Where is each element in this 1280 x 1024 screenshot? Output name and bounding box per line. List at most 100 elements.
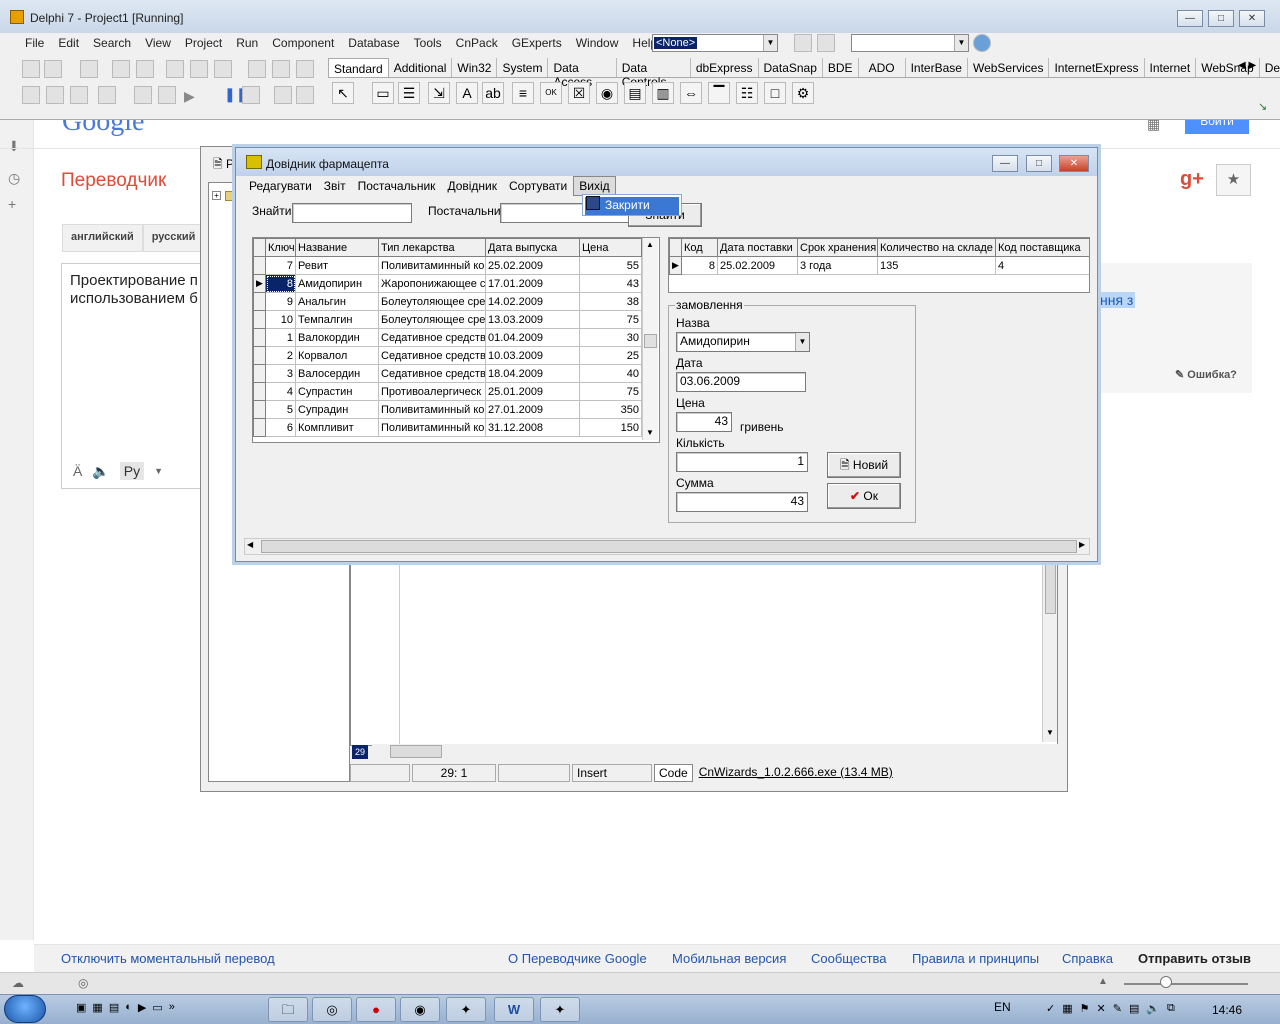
error-link[interactable]: ✎ Ошибка? bbox=[1175, 368, 1237, 381]
grid1-cell[interactable]: 1 bbox=[265, 328, 296, 347]
grid1-vscroll[interactable]: ▲ ▼ bbox=[642, 238, 658, 440]
add-file-icon[interactable] bbox=[166, 60, 184, 78]
editor-vscroll-thumb[interactable] bbox=[1045, 564, 1056, 614]
menu-vykhid[interactable]: Вихід bbox=[573, 176, 616, 196]
grid2-cell[interactable]: 8 bbox=[681, 256, 718, 275]
grid1-cell[interactable]: 7 bbox=[265, 256, 296, 275]
label-icon[interactable]: A bbox=[456, 82, 478, 104]
grid1-cell[interactable]: 13.03.2009 bbox=[485, 310, 580, 329]
component-icon[interactable] bbox=[134, 86, 152, 104]
add-icon[interactable]: + bbox=[8, 196, 16, 212]
order-qty-input[interactable]: 1 bbox=[676, 452, 808, 472]
editor-hscroll-thumb[interactable] bbox=[390, 745, 442, 758]
grid1-cell[interactable]: Седативное средств bbox=[378, 346, 486, 365]
find-input[interactable] bbox=[292, 203, 412, 223]
grid2-col-delivery-date[interactable]: Дата поставки bbox=[717, 238, 798, 257]
word-taskbar-button[interactable]: W bbox=[494, 997, 534, 1022]
set-debug-desktop-icon[interactable] bbox=[817, 34, 835, 52]
grid1-cell[interactable]: 01.04.2009 bbox=[485, 328, 580, 347]
editor-vscroll[interactable]: ▼ bbox=[1042, 562, 1057, 742]
grid1-cell[interactable]: 5 bbox=[265, 400, 296, 419]
editor-hscroll[interactable] bbox=[372, 744, 1058, 760]
menu-zvit[interactable]: Звіт bbox=[318, 176, 352, 196]
radiogroup-icon[interactable]: ☷ bbox=[736, 82, 758, 104]
grid1-cell[interactable]: 27.01.2009 bbox=[485, 400, 580, 419]
quicklaunch-6-icon[interactable]: ▭ bbox=[152, 1001, 162, 1014]
cnwizards-link[interactable]: CnWizards_1.0.2.666.exe (13.4 MB) bbox=[693, 764, 899, 782]
scrollbar-icon[interactable]: ⇔ bbox=[680, 82, 702, 104]
step-into-icon[interactable] bbox=[274, 86, 292, 104]
app-taskbar-button[interactable]: ✦ bbox=[540, 997, 580, 1022]
feedback-link[interactable]: Отправить отзыв bbox=[1138, 951, 1251, 966]
code-editor[interactable] bbox=[350, 560, 1058, 746]
quicklaunch-1-icon[interactable]: ▣ bbox=[76, 1001, 86, 1014]
save-all-icon[interactable] bbox=[112, 60, 130, 78]
input-method-button[interactable]: Ру bbox=[119, 462, 145, 480]
new-icon[interactable] bbox=[22, 60, 40, 78]
grid1-row[interactable]: 9 Анальгин Болеутоляющее сре 14.02.2009 38 bbox=[253, 292, 642, 311]
grid1-cell[interactable]: Поливитаминный ко bbox=[378, 400, 486, 419]
grid1-cell[interactable]: 350 bbox=[579, 400, 642, 419]
start-button[interactable] bbox=[4, 995, 46, 1023]
popupmenu-icon[interactable]: ⇲ bbox=[428, 82, 450, 104]
grid2-cell[interactable]: 3 года bbox=[797, 256, 878, 275]
grid1-cell[interactable]: Противоалергическ bbox=[378, 382, 486, 401]
grid1-cell[interactable]: Болеутоляющее сре bbox=[378, 310, 486, 329]
deliveries-grid[interactable]: Код Дата поставки Срок хранения Количест… bbox=[668, 237, 1090, 293]
app-hscroll-thumb[interactable] bbox=[261, 540, 1077, 553]
quicklaunch-3-icon[interactable]: ▤ bbox=[109, 1001, 119, 1014]
grid1-cell[interactable]: Валокордин bbox=[295, 328, 379, 347]
download-icon[interactable]: ⬇ bbox=[8, 138, 20, 155]
view-unit-icon[interactable] bbox=[22, 86, 40, 104]
grid1-row[interactable]: 1 Валокордин Седативное средств 01.04.2009 3… bbox=[253, 328, 642, 347]
tray-4-icon[interactable]: ✕ bbox=[1097, 1002, 1106, 1015]
menu-search[interactable]: Search bbox=[86, 34, 138, 54]
app-minimize-button[interactable]: — bbox=[992, 155, 1018, 172]
clock-icon[interactable]: ◎ bbox=[78, 976, 88, 990]
radiobutton-icon[interactable]: ◉ bbox=[596, 82, 618, 104]
grid1-cell[interactable]: 10.03.2009 bbox=[485, 346, 580, 365]
minimize-button[interactable]: — bbox=[1177, 10, 1203, 27]
tray-3-icon[interactable]: ⚑ bbox=[1080, 1002, 1090, 1015]
grid1-cell[interactable]: 38 bbox=[579, 292, 642, 311]
run-icon[interactable]: ▶ bbox=[184, 88, 195, 105]
palette-tab-de[interactable]: De bbox=[1260, 58, 1280, 77]
new-order-button[interactable]: 🗎 Новий bbox=[827, 452, 901, 478]
menu-redaguvaty[interactable]: Редагувати bbox=[243, 176, 318, 196]
grid1-cell[interactable]: Поливитаминный ко bbox=[378, 256, 486, 275]
tab-code[interactable]: Code bbox=[654, 764, 693, 782]
frame-icon[interactable]: ▭ bbox=[372, 82, 394, 104]
app2-taskbar-button[interactable]: ◎ bbox=[312, 997, 352, 1022]
grid1-cell[interactable]: Болеутоляющее сре bbox=[378, 292, 486, 311]
arrow-up-icon[interactable]: ▲ bbox=[1098, 976, 1108, 987]
new-form-icon[interactable] bbox=[98, 86, 116, 104]
actionlist-icon[interactable]: ⚙ bbox=[792, 82, 814, 104]
remove-file-icon[interactable] bbox=[190, 60, 208, 78]
scroll-down-arrow-icon[interactable]: ▼ bbox=[1046, 728, 1054, 737]
palette-scroll-arrows[interactable]: ◀ ▶ bbox=[1238, 60, 1256, 71]
maximize-button[interactable]: □ bbox=[1208, 10, 1234, 27]
palette-tab-datasnap[interactable]: DataSnap bbox=[759, 58, 823, 77]
groupbox-icon[interactable]: ▔ bbox=[708, 82, 730, 104]
reset-icon[interactable] bbox=[242, 86, 260, 104]
grid1-cell[interactable]: 6 bbox=[265, 418, 296, 437]
grid1-col-price[interactable]: Цена bbox=[579, 238, 642, 257]
grid1-cell[interactable]: 3 bbox=[265, 364, 296, 383]
grid1-cell[interactable]: Супрадин bbox=[295, 400, 379, 419]
grid1-col-name[interactable]: Название bbox=[295, 238, 379, 257]
palette-tab-dbexpress[interactable]: dbExpress bbox=[691, 58, 759, 77]
tray-1-icon[interactable]: ✓ bbox=[1046, 1002, 1055, 1015]
grid1-cell[interactable]: 18.04.2009 bbox=[485, 364, 580, 383]
menu-edit[interactable]: Edit bbox=[51, 34, 86, 54]
grid1-row[interactable]: 2 Корвалол Седативное средств 10.03.2009 25 bbox=[253, 346, 642, 365]
search-combo[interactable]: ▼ bbox=[851, 34, 969, 52]
grid1-cell[interactable]: Седативное средств bbox=[378, 364, 486, 383]
tree-expand-icon[interactable]: + bbox=[212, 191, 221, 200]
checkbox-icon[interactable]: ☒ bbox=[568, 82, 590, 104]
book2-icon[interactable] bbox=[272, 60, 290, 78]
scroll-up-arrow-icon[interactable]: ▲ bbox=[646, 240, 654, 249]
palette-tab-webservices[interactable]: WebServices bbox=[968, 58, 1050, 77]
about-link[interactable]: О Переводчике Google bbox=[508, 951, 647, 966]
google-plus-icon[interactable]: g+ bbox=[1180, 168, 1204, 191]
chrome-taskbar-button[interactable]: ◉ bbox=[400, 997, 440, 1022]
